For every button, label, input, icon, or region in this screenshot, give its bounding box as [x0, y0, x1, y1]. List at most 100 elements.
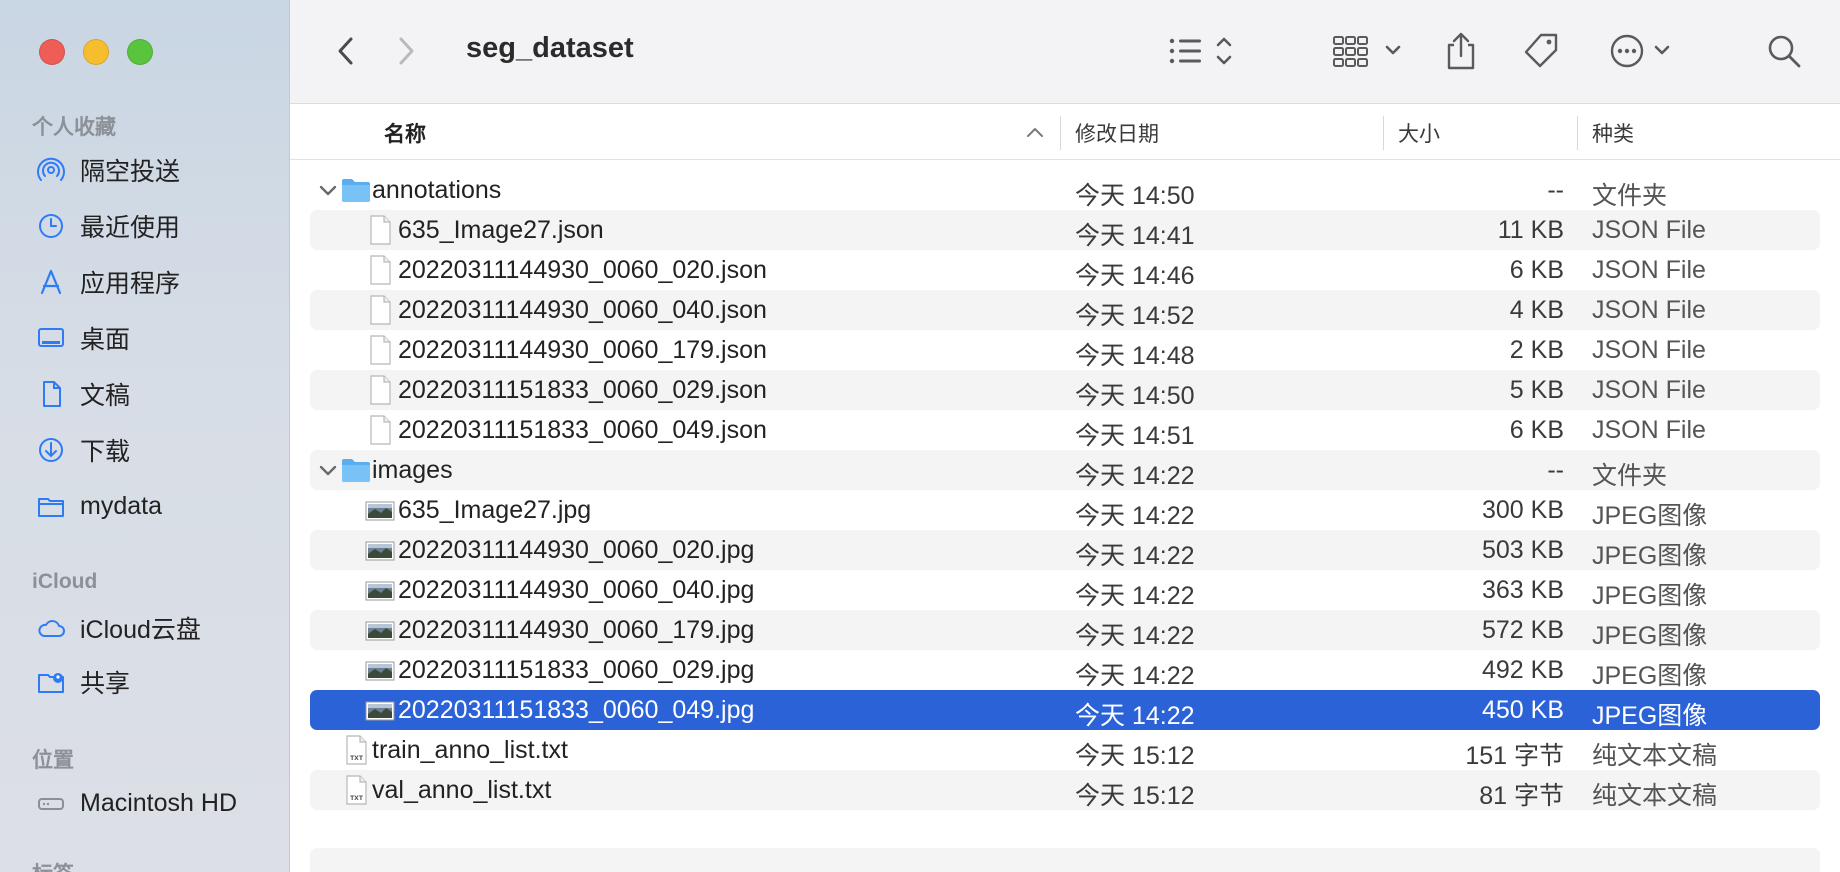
json-file-icon: [370, 415, 391, 445]
file-name: 20220311151833_0060_029.json: [398, 376, 767, 404]
file-row[interactable]: 20220311144930_0060_040.jpg 今天 14:22 363 K…: [310, 570, 1820, 610]
minimize-window-button[interactable]: [83, 39, 109, 65]
svg-text:TXT: TXT: [350, 795, 364, 802]
file-kind: JPEG图像: [1592, 662, 1708, 690]
sidebar: 个人收藏 隔空投送 最近使用 应用程序 桌面 文稿 下载 mydata iClo…: [0, 0, 290, 872]
sidebar-section-tags: 标签: [32, 858, 74, 872]
sidebar-item-documents[interactable]: 文稿: [36, 374, 130, 414]
file-date: 今天 14:52: [1075, 302, 1195, 330]
column-size-header[interactable]: 大小: [1398, 118, 1440, 148]
folder-row[interactable]: annotations 今天 14:50 -- 文件夹: [310, 170, 1820, 210]
file-size: --: [1547, 456, 1564, 484]
sidebar-item-shared[interactable]: 共享: [36, 662, 130, 702]
column-divider[interactable]: [1383, 116, 1384, 150]
share-icon: [1447, 32, 1475, 70]
back-button[interactable]: [328, 28, 364, 74]
file-name: images: [372, 456, 453, 484]
file-date: 今天 14:22: [1075, 702, 1195, 730]
sidebar-item-desktop[interactable]: 桌面: [36, 318, 130, 358]
file-row[interactable]: 20220311144930_0060_020.json 今天 14:46 6 KB…: [310, 250, 1820, 290]
file-row[interactable]: 20220311151833_0060_029.jpg 今天 14:22 492 K…: [310, 650, 1820, 690]
file-row[interactable]: 635_Image27.jpg 今天 14:22 300 KB JPEG图像: [310, 490, 1820, 530]
file-row[interactable]: 20220311144930_0060_179.jpg 今天 14:22 572 K…: [310, 610, 1820, 650]
list-view-icon: [1169, 37, 1232, 65]
file-date: 今天 14:48: [1075, 342, 1195, 370]
file-row[interactable]: TXT train_anno_list.txt 今天 15:12 151 字节 纯文本文…: [310, 730, 1820, 770]
view-options-button[interactable]: [1166, 28, 1242, 74]
sidebar-section-locations: 位置: [32, 749, 74, 772]
sidebar-section-favorites: 个人收藏: [32, 116, 116, 139]
share-button[interactable]: [1442, 28, 1480, 74]
search-button[interactable]: [1764, 28, 1804, 74]
sidebar-section-icloud: iCloud: [32, 570, 98, 593]
zoom-window-button[interactable]: [127, 39, 153, 65]
sidebar-item-recents[interactable]: 最近使用: [36, 206, 180, 246]
file-row[interactable]: 20220311151833_0060_049.jpg 今天 14:22 450 K…: [310, 690, 1820, 730]
column-date-header[interactable]: 修改日期: [1075, 118, 1159, 148]
file-row[interactable]: 20220311144930_0060_020.jpg 今天 14:22 503 K…: [310, 530, 1820, 570]
folder-row[interactable]: images 今天 14:22 -- 文件夹: [310, 450, 1820, 490]
sidebar-item-airdrop[interactable]: 隔空投送: [36, 150, 180, 190]
json-file-icon: [370, 295, 391, 325]
applications-icon: [40, 269, 62, 295]
file-kind: 文件夹: [1592, 182, 1668, 210]
file-kind: JSON File: [1592, 256, 1706, 284]
file-kind: JPEG图像: [1592, 542, 1708, 570]
image-thumbnail-icon: [365, 701, 395, 721]
image-thumbnail-icon: [365, 581, 395, 601]
file-row[interactable]: 635_Image27.json 今天 14:41 11 KB JSON File: [310, 210, 1820, 250]
column-kind-header[interactable]: 种类: [1592, 118, 1634, 148]
list-empty-row: [310, 848, 1820, 872]
text-file-icon: TXT: [346, 735, 367, 765]
file-date: 今天 14:51: [1075, 422, 1195, 450]
search-icon: [1768, 35, 1801, 68]
file-date: 今天 14:46: [1075, 262, 1195, 290]
file-date: 今天 15:12: [1075, 782, 1195, 810]
file-kind: JPEG图像: [1592, 702, 1708, 730]
file-name: 20220311144930_0060_040.jpg: [398, 576, 755, 604]
sidebar-item-downloads[interactable]: 下载: [36, 430, 130, 470]
file-kind: 文件夹: [1592, 462, 1668, 490]
disclosure-chevron-down-icon[interactable]: [316, 178, 340, 202]
image-thumbnail-icon: [365, 501, 395, 521]
file-row[interactable]: 20220311151833_0060_049.json 今天 14:51 6 KB…: [310, 410, 1820, 450]
file-name: 635_Image27.json: [398, 216, 604, 244]
json-file-icon: [370, 255, 391, 285]
tag-button[interactable]: [1520, 28, 1562, 74]
sidebar-item-macintosh-hd[interactable]: Macintosh HD: [36, 783, 237, 823]
sidebar-item-label: iCloud云盘: [80, 616, 201, 644]
grid-group-icon: [1333, 36, 1401, 67]
close-window-button[interactable]: [39, 39, 65, 65]
column-name-header[interactable]: 名称: [384, 118, 426, 148]
sidebar-item-applications[interactable]: 应用程序: [36, 262, 180, 302]
sidebar-item-label: 下载: [80, 438, 131, 466]
file-row[interactable]: 20220311144930_0060_040.json 今天 14:52 4 KB…: [310, 290, 1820, 330]
file-kind: JPEG图像: [1592, 502, 1708, 530]
folder-icon: [342, 179, 370, 202]
file-name: 20220311151833_0060_049.json: [398, 416, 767, 444]
file-row[interactable]: 20220311144930_0060_179.json 今天 14:48 2 KB…: [310, 330, 1820, 370]
chevron-right-icon: [399, 37, 414, 65]
file-size: 151 字节: [1465, 742, 1564, 770]
file-name: val_anno_list.txt: [372, 776, 552, 804]
toolbar: seg_dataset: [290, 0, 1840, 104]
file-row[interactable]: TXT val_anno_list.txt 今天 15:12 81 字节 纯文本文稿: [310, 770, 1820, 810]
window-controls: [39, 39, 153, 65]
airdrop-icon: [37, 157, 65, 181]
file-size: --: [1547, 176, 1564, 204]
sidebar-item-icloud-drive[interactable]: iCloud云盘: [36, 608, 201, 648]
file-size: 11 KB: [1497, 216, 1564, 244]
disclosure-chevron-down-icon[interactable]: [316, 458, 340, 482]
file-date: 今天 15:12: [1075, 742, 1195, 770]
group-button[interactable]: [1332, 28, 1406, 74]
column-divider[interactable]: [1060, 116, 1061, 150]
forward-button[interactable]: [388, 28, 424, 74]
file-kind: JSON File: [1592, 416, 1706, 444]
file-size: 6 KB: [1509, 416, 1564, 444]
sidebar-item-label: 应用程序: [80, 270, 181, 298]
file-row[interactable]: 20220311151833_0060_029.json 今天 14:50 5 KB…: [310, 370, 1820, 410]
more-actions-button[interactable]: [1608, 28, 1676, 74]
sidebar-item-mydata[interactable]: mydata: [36, 486, 162, 526]
column-divider[interactable]: [1577, 116, 1578, 150]
sidebar-item-label: 最近使用: [80, 214, 181, 242]
